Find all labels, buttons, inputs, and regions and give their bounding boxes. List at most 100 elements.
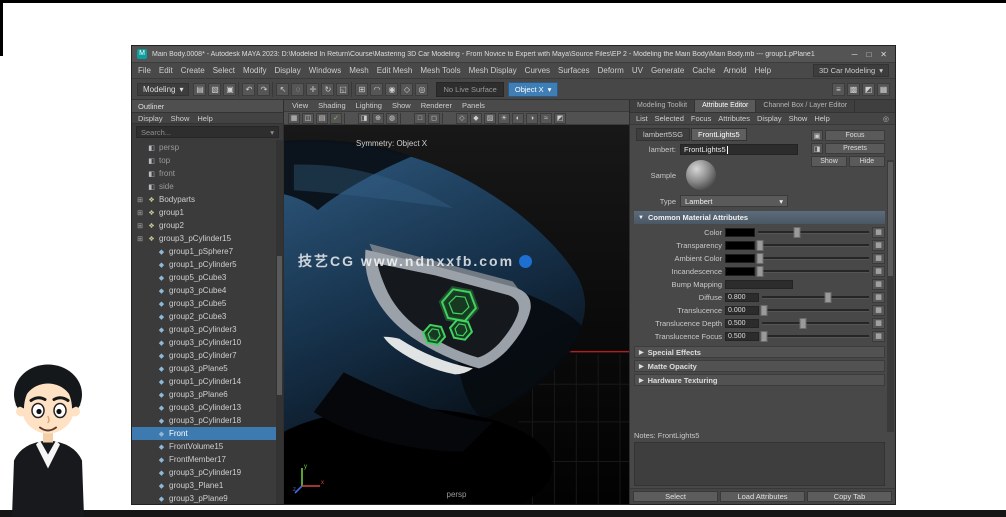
- ipr-render-icon[interactable]: ◩: [862, 83, 875, 96]
- viewport-menu-item[interactable]: Lighting: [356, 101, 382, 110]
- attribute-slider[interactable]: [762, 305, 869, 316]
- shadows-icon[interactable]: ◐: [512, 113, 524, 124]
- attribute-editor-menu-item[interactable]: Show: [789, 114, 808, 123]
- footer-button[interactable]: Load Attributes: [720, 491, 805, 502]
- viewport-menu-item[interactable]: Renderer: [421, 101, 452, 110]
- outliner-menu-item[interactable]: Display: [138, 114, 163, 123]
- slider-handle[interactable]: [757, 240, 764, 251]
- slider-handle[interactable]: [761, 305, 768, 316]
- attribute-editor-menu-item[interactable]: Focus: [691, 114, 711, 123]
- texture-map-button[interactable]: ▦: [872, 240, 885, 251]
- 2d-pan-zoom-icon[interactable]: ⊕: [372, 113, 384, 124]
- scrollbar-thumb[interactable]: [888, 162, 893, 276]
- expand-toggle-icon[interactable]: ⊞: [136, 222, 144, 230]
- menu-item[interactable]: Mesh: [349, 66, 369, 75]
- menu-item[interactable]: Deform: [598, 66, 624, 75]
- expand-toggle-icon[interactable]: ⊞: [136, 209, 144, 217]
- outliner-item[interactable]: ⊞ ◧ side: [132, 180, 283, 193]
- outliner-item[interactable]: ⊞ ◆ group1_pSphere7: [132, 245, 283, 258]
- outliner-item[interactable]: ⊞ ◆ FrontMember17: [132, 453, 283, 466]
- section-common-material-attributes[interactable]: ▼ Common Material Attributes: [634, 211, 885, 224]
- expand-toggle-icon[interactable]: ⊞: [136, 235, 144, 243]
- expand-toggle-icon[interactable]: ⊞: [136, 196, 144, 204]
- scale-tool-icon[interactable]: ◱: [336, 83, 349, 96]
- title-bar[interactable]: M Main Body.0008* - Autodesk MAYA 2023: …: [132, 46, 895, 62]
- outliner-item[interactable]: ⊞ ◆ group3_pCube5: [132, 297, 283, 310]
- outliner-item[interactable]: ⊞ ◆ Front: [132, 427, 283, 440]
- outliner-menu-item[interactable]: Show: [171, 114, 190, 123]
- lights-icon[interactable]: ☀: [498, 113, 510, 124]
- outliner-item[interactable]: ⊞ ◆ group3_pCube4: [132, 284, 283, 297]
- tool-mode-dropdown[interactable]: Modeling ▾: [137, 83, 189, 96]
- outliner-item[interactable]: ⊞ ◧ top: [132, 154, 283, 167]
- separator[interactable]: [442, 113, 454, 124]
- attribute-slider[interactable]: [758, 240, 869, 251]
- slider-handle[interactable]: [757, 253, 764, 264]
- menu-item[interactable]: Windows: [309, 66, 341, 75]
- viewport-menu-item[interactable]: Panels: [462, 101, 485, 110]
- save-scene-icon[interactable]: ▣: [223, 83, 236, 96]
- attribute-editor-menu-item[interactable]: Attributes: [718, 114, 750, 123]
- attribute-slider[interactable]: [758, 227, 869, 238]
- render-icon[interactable]: ▩: [847, 83, 860, 96]
- outliner-item[interactable]: ⊞ ◆ group2_pCube3: [132, 310, 283, 323]
- panel-tab[interactable]: Modeling Toolkit: [630, 100, 695, 112]
- select-by-icon[interactable]: ▦: [288, 113, 300, 124]
- snap-grid-icon[interactable]: ⊞: [355, 83, 368, 96]
- color-swatch[interactable]: [725, 267, 755, 276]
- collapsed-section[interactable]: ▶ Matte Opacity: [634, 360, 885, 372]
- hide-button[interactable]: Hide: [849, 156, 885, 167]
- axis-gizmo[interactable]: y x z: [292, 460, 328, 496]
- menu-item[interactable]: Curves: [525, 66, 550, 75]
- material-name-field[interactable]: FrontLights5: [680, 144, 798, 155]
- notes-textarea[interactable]: [634, 442, 885, 486]
- menu-item[interactable]: Help: [755, 66, 771, 75]
- construction-history-icon[interactable]: ≡: [832, 83, 845, 96]
- camera-attributes-icon[interactable]: ▤: [316, 113, 328, 124]
- value-field[interactable]: 0.000: [725, 306, 759, 315]
- ao-icon[interactable]: ◑: [526, 113, 538, 124]
- outliner-menu-item[interactable]: Help: [197, 114, 212, 123]
- menu-item[interactable]: Mesh Tools: [420, 66, 460, 75]
- menu-item[interactable]: Modify: [243, 66, 267, 75]
- outliner-item[interactable]: ⊞ ❖ Bodyparts: [132, 193, 283, 206]
- outliner-item[interactable]: ⊞ ❖ group1: [132, 206, 283, 219]
- outliner-item[interactable]: ⊞ ◆ group3_pPlane6: [132, 388, 283, 401]
- material-type-dropdown[interactable]: Lambert ▾: [680, 195, 788, 207]
- texture-map-button[interactable]: ▦: [872, 266, 885, 277]
- outliner-item[interactable]: ⊞ ◆ group3_pCylinder3: [132, 323, 283, 336]
- snap-enabled-icon[interactable]: ✓: [330, 113, 342, 124]
- separator[interactable]: [400, 113, 412, 124]
- texture-view-icon[interactable]: ◨: [811, 143, 823, 154]
- undo-icon[interactable]: ↶: [242, 83, 255, 96]
- minimize-button[interactable]: ─: [852, 50, 858, 59]
- slider-handle[interactable]: [799, 318, 806, 329]
- outliner-item[interactable]: ⊞ ◆ group3_pCylinder10: [132, 336, 283, 349]
- snap-plane-icon[interactable]: ◇: [400, 83, 413, 96]
- panel-tab[interactable]: Attribute Editor: [695, 100, 756, 112]
- pin-icon[interactable]: ◎: [883, 115, 889, 123]
- texture-map-button[interactable]: ▦: [872, 305, 885, 316]
- collapsed-section[interactable]: ▶ Special Effects: [634, 346, 885, 358]
- value-field[interactable]: 0.800: [725, 293, 759, 302]
- footer-button[interactable]: Select: [633, 491, 718, 502]
- texture-map-button[interactable]: ▦: [872, 227, 885, 238]
- image-plane-icon[interactable]: ◨: [358, 113, 370, 124]
- texture-map-button[interactable]: ▦: [872, 292, 885, 303]
- outliner-item[interactable]: ⊞ ◆ group3_pCylinder19: [132, 466, 283, 479]
- texture-map-button[interactable]: ▦: [872, 331, 885, 342]
- outliner-scrollbar[interactable]: [276, 140, 283, 504]
- maximize-button[interactable]: □: [866, 50, 871, 59]
- menu-item[interactable]: Display: [275, 66, 301, 75]
- redo-icon[interactable]: ↷: [257, 83, 270, 96]
- menu-item[interactable]: Create: [181, 66, 205, 75]
- outliner-item[interactable]: ⊞ ◆ group3_pCylinder18: [132, 414, 283, 427]
- focus-button[interactable]: Focus: [825, 130, 885, 141]
- resolution-gate-icon[interactable]: ◻: [428, 113, 440, 124]
- slider-handle[interactable]: [761, 331, 768, 342]
- attribute-slider[interactable]: [762, 292, 869, 303]
- outliner-item[interactable]: ⊞ ◆ group3_pPlane5: [132, 362, 283, 375]
- workspace-selector[interactable]: 3D Car Modeling ▾: [813, 64, 889, 77]
- list-connections-icon[interactable]: ▣: [811, 130, 823, 141]
- outliner-item[interactable]: ⊞ ◆ group3_pCylinder7: [132, 349, 283, 362]
